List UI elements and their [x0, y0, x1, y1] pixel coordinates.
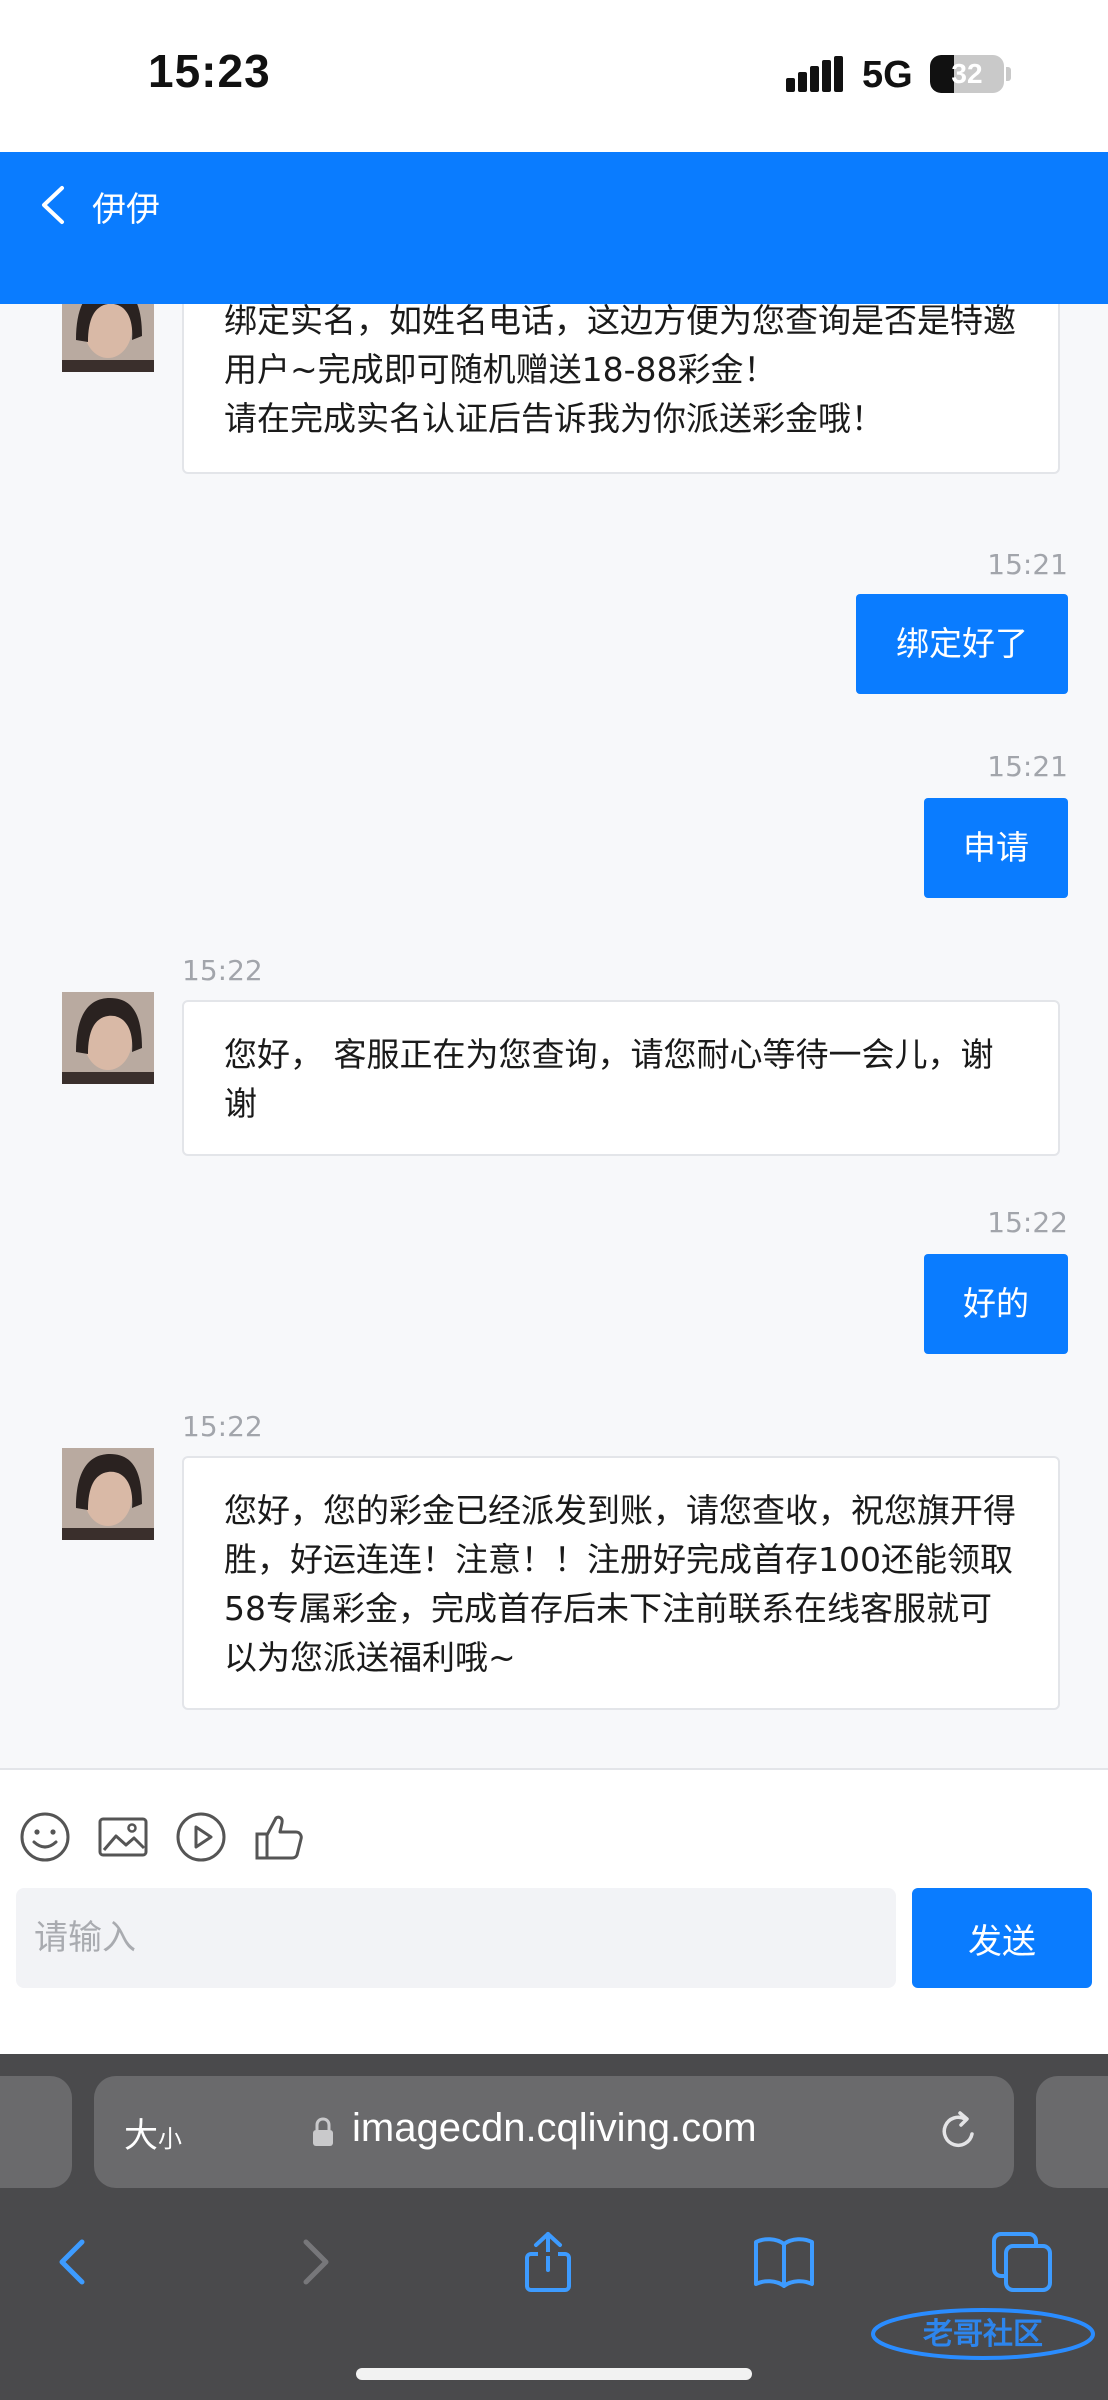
- reload-icon[interactable]: [934, 2106, 984, 2156]
- incoming-message: 求，本站注册彩金需要您在个人中心完善个人信息 绑定实名，如姓名电话，这边方便为您…: [182, 304, 1060, 474]
- bookmarks-icon[interactable]: [752, 2230, 816, 2294]
- message-text: 您好，您的彩金已经派发到账，请您查收，祝您旗开得胜，好运连连！注意！！注册好完成…: [224, 1491, 1016, 1677]
- message-time: 15:21: [987, 548, 1068, 581]
- message-text: 好的: [963, 1284, 1029, 1323]
- message-list[interactable]: 求，本站注册彩金需要您在个人中心完善个人信息 绑定实名，如姓名电话，这边方便为您…: [0, 304, 1108, 1768]
- back-button[interactable]: [28, 174, 80, 236]
- address-bar[interactable]: 大小 imagecdn.cqliving.com: [94, 2076, 1014, 2188]
- message-time: 15:21: [987, 750, 1068, 783]
- avatar[interactable]: [62, 304, 154, 372]
- battery-level: 32: [951, 58, 983, 89]
- message-text: 绑定实名，如姓名电话，这边方便为您查询是否是特邀用户~完成即可随机赠送18-88…: [224, 304, 1016, 438]
- video-icon[interactable]: [174, 1810, 228, 1864]
- status-time: 15:23: [148, 45, 271, 97]
- signal-bars-icon: [786, 56, 844, 92]
- thumbs-up-icon[interactable]: [252, 1810, 306, 1864]
- chat-header: 伊伊: [0, 152, 1108, 304]
- battery-icon: 32: [930, 55, 1004, 93]
- forward-icon[interactable]: [282, 2230, 346, 2294]
- text-size-small: 小: [158, 2125, 182, 2153]
- url-text: imagecdn.cqliving.com: [352, 2106, 757, 2150]
- lock-icon: [313, 2117, 333, 2146]
- message-time: 15:22: [182, 1410, 263, 1443]
- message-text: 申请: [963, 828, 1029, 867]
- text-size-big: 大: [124, 2116, 158, 2156]
- share-icon[interactable]: [516, 2230, 580, 2294]
- emoji-icon[interactable]: [18, 1810, 72, 1864]
- tabs-icon[interactable]: [990, 2230, 1054, 2294]
- send-button[interactable]: 发送: [912, 1888, 1092, 1988]
- back-icon[interactable]: [42, 2230, 106, 2294]
- network-label: 5G: [862, 54, 913, 96]
- browser-toolbar: 大小 imagecdn.cqliving.com 老哥社区: [0, 2054, 1108, 2400]
- message-input[interactable]: [16, 1888, 896, 1988]
- avatar[interactable]: [62, 992, 154, 1084]
- home-indicator[interactable]: [356, 2368, 752, 2380]
- image-icon[interactable]: [96, 1810, 150, 1864]
- outgoing-message: 绑定好了: [856, 594, 1068, 694]
- chevron-left-icon: [42, 186, 64, 224]
- message-text: 绑定好了: [896, 624, 1028, 663]
- incoming-message: 您好，您的彩金已经派发到账，请您查收，祝您旗开得胜，好运连连！注意！！注册好完成…: [182, 1456, 1060, 1710]
- next-tab[interactable]: [1036, 2076, 1108, 2188]
- composer: 发送: [0, 1768, 1108, 2054]
- svg-text:老哥社区: 老哥社区: [923, 2317, 1043, 2352]
- message-text: 您好， 客服正在为您查询，请您耐心等待一会儿，谢谢: [224, 1035, 994, 1123]
- message-time: 15:22: [182, 954, 263, 987]
- previous-tab[interactable]: [0, 2076, 72, 2188]
- outgoing-message: 申请: [924, 798, 1068, 898]
- avatar[interactable]: [62, 1448, 154, 1540]
- incoming-message: 您好， 客服正在为您查询，请您耐心等待一会儿，谢谢: [182, 1000, 1060, 1156]
- text-size-button[interactable]: 大小: [124, 2108, 182, 2157]
- watermark-logo: 老哥社区: [871, 2308, 1095, 2360]
- message-time: 15:22: [987, 1206, 1068, 1239]
- outgoing-message: 好的: [924, 1254, 1068, 1354]
- chat-title: 伊伊: [92, 190, 160, 230]
- battery-cap: [1006, 67, 1011, 81]
- status-bar: 15:23 5G 32: [0, 0, 1108, 152]
